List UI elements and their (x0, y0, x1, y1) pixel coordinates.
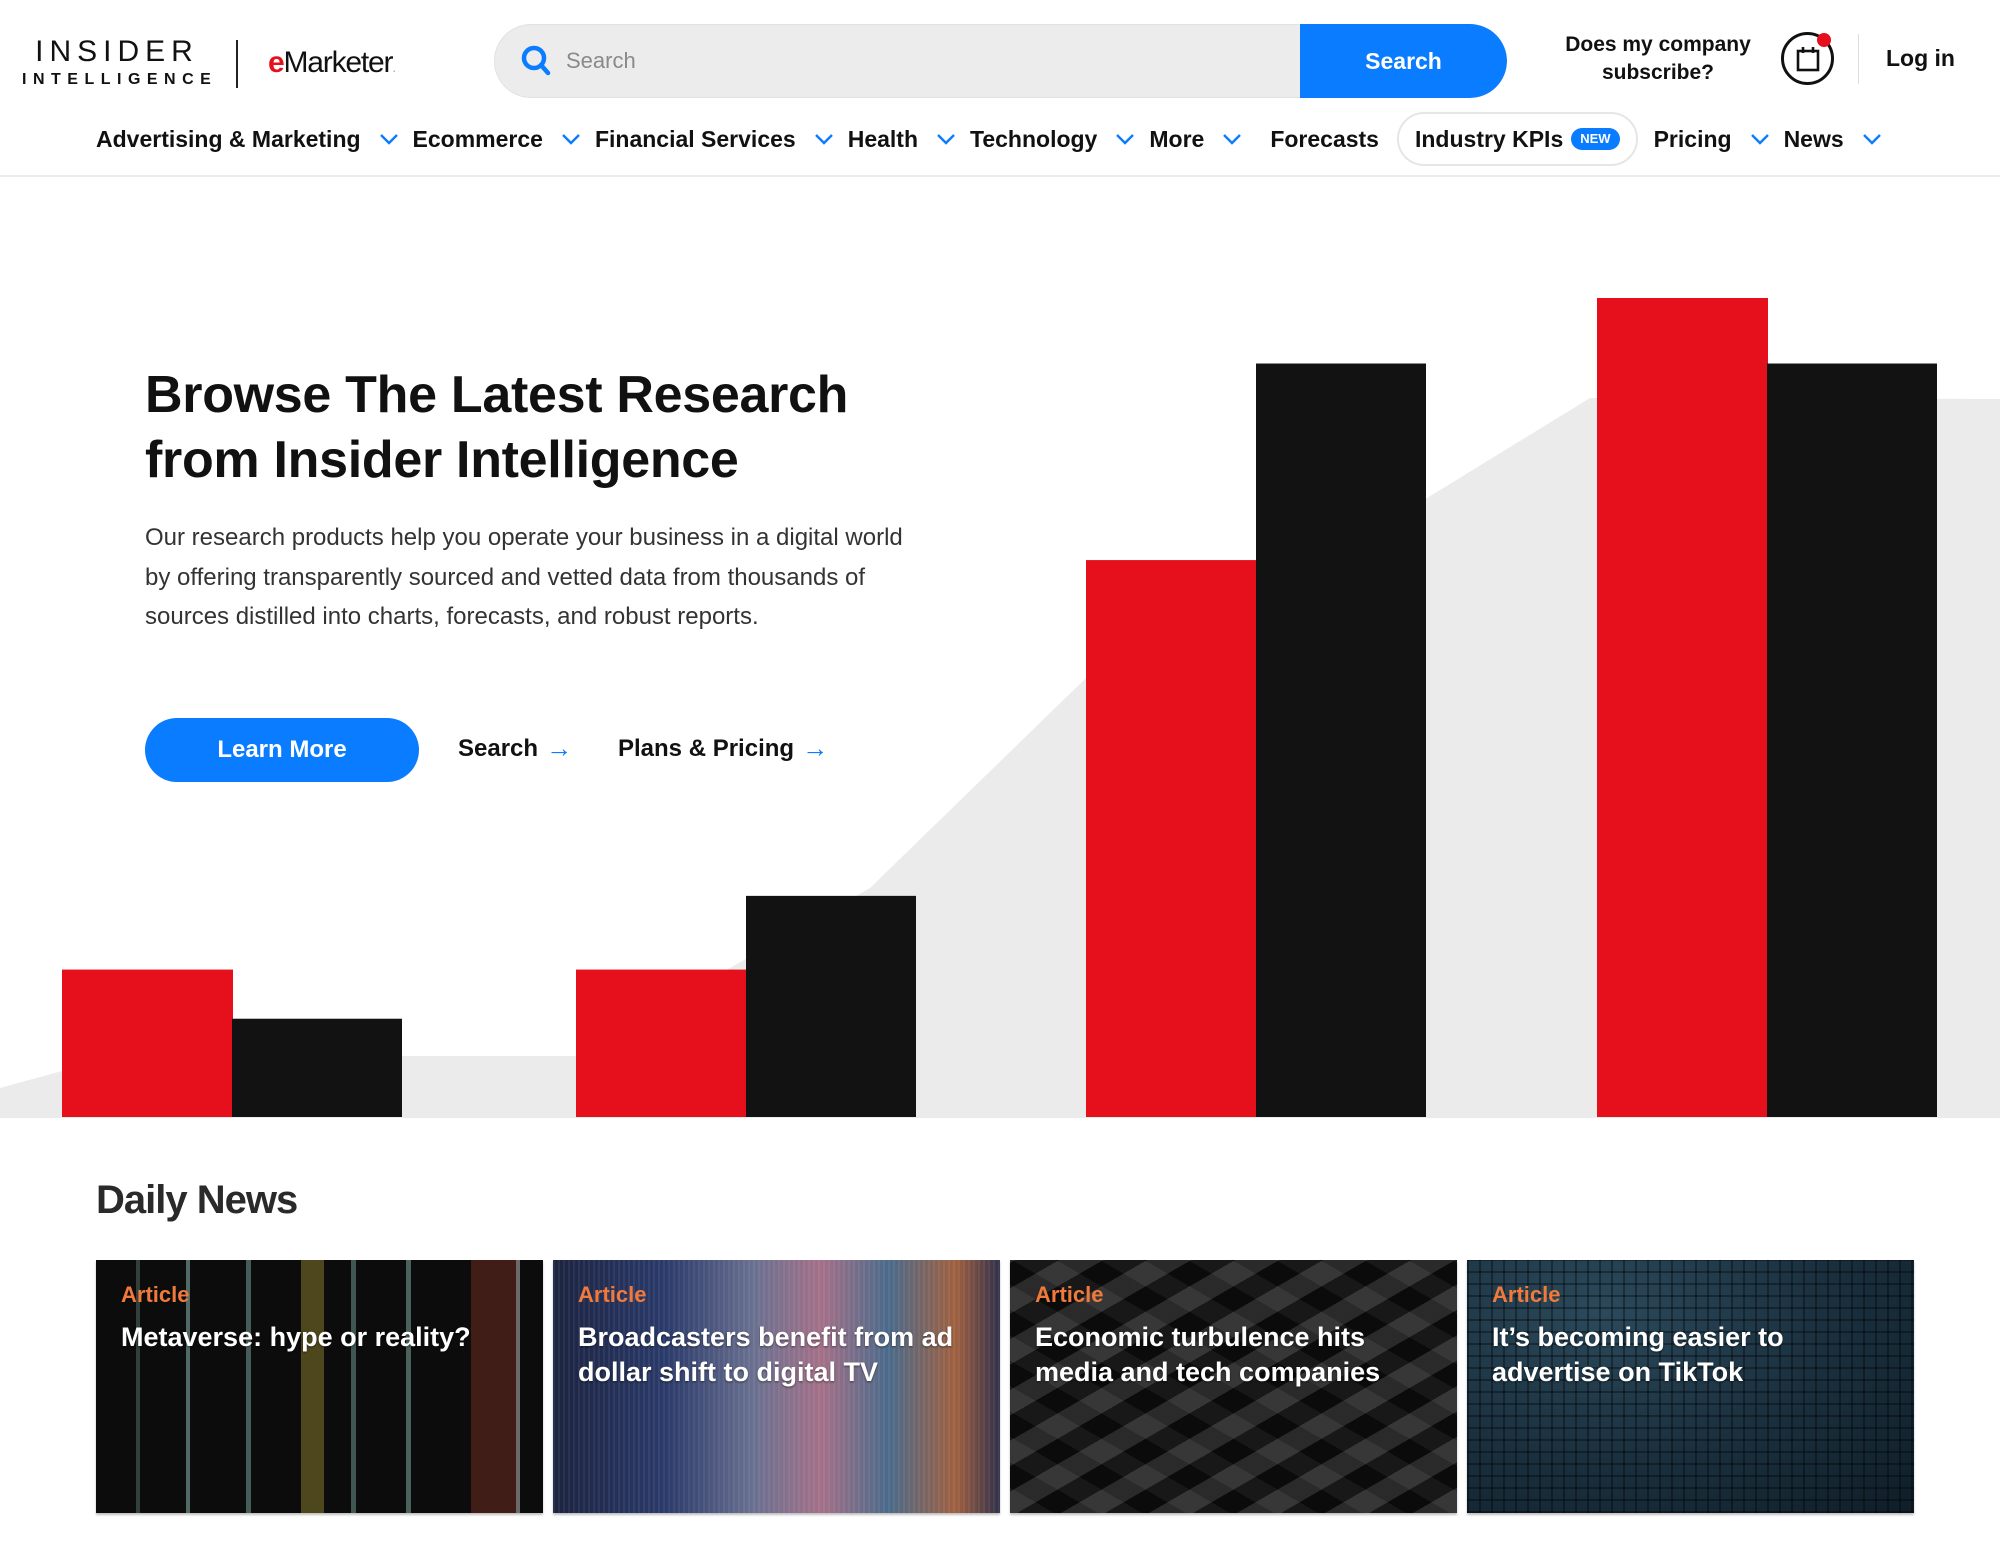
card-tag: Article (121, 1282, 190, 1307)
news-card[interactable]: Article Economic turbulence hits media a… (1010, 1260, 1457, 1513)
emarketer-logo-text: Marketer (283, 46, 394, 79)
nav-item-more[interactable]: More (1149, 112, 1256, 166)
logo-line-2: INTELLIGENCE (22, 71, 218, 88)
company-subscribe-link[interactable]: Does my company subscribe? (1548, 31, 1768, 87)
nav-label: Health (847, 125, 918, 152)
logo-line-1: INSIDER (35, 35, 199, 68)
hero-section: Browse The Latest Research from Insider … (0, 178, 2000, 1118)
plans-pricing-label: Plans & Pricing (618, 734, 795, 762)
header-divider (1858, 34, 1859, 84)
search-icon (521, 45, 551, 76)
logo-divider (236, 40, 238, 88)
arrow-right-icon: → (802, 733, 829, 763)
nav-label: Financial Services (594, 125, 796, 152)
chevron-down-icon (1862, 134, 1881, 145)
nav-label: More (1149, 125, 1205, 152)
arrow-right-icon: → (546, 733, 573, 763)
new-badge: NEW (1571, 128, 1620, 150)
hero-title-line-1: Browse The Latest Research (145, 366, 849, 424)
hero-bar-red-2 (576, 969, 747, 1117)
nav-label: Industry KPIs (1414, 125, 1564, 152)
site-header: INSIDER INTELLIGENCE eMarketer. Search D… (0, 0, 2000, 177)
hero-bar-black-3 (1256, 363, 1426, 1117)
card-title: It’s becoming easier to advertise on Tik… (1492, 1322, 1784, 1387)
chevron-down-icon (937, 134, 955, 145)
emarketer-logo-dot: . (392, 59, 396, 75)
nav-label: Pricing (1653, 125, 1732, 152)
plans-pricing-link[interactable]: Plans & Pricing → (618, 733, 828, 764)
calendar-icon (1796, 47, 1820, 72)
search-input[interactable] (566, 24, 1286, 98)
card-title: Broadcasters benefit from ad dollar shif… (578, 1322, 954, 1387)
hero-bar-black-4 (1767, 363, 1937, 1117)
card-tag: Article (578, 1282, 647, 1307)
chevron-down-icon (562, 134, 580, 145)
chevron-down-icon (379, 134, 398, 145)
nav-label: Forecasts (1270, 125, 1379, 152)
nav-label: Advertising & Marketing (96, 125, 361, 152)
nav-item-financial-services[interactable]: Financial Services (595, 112, 848, 166)
hero-bar-black-1 (232, 1018, 402, 1117)
search-link[interactable]: Search → (458, 733, 572, 764)
card-tag: Article (1035, 1282, 1104, 1307)
search-link-label: Search (458, 734, 539, 762)
chevron-down-icon (814, 134, 833, 145)
nav-item-health[interactable]: Health (848, 112, 970, 166)
chevron-down-icon (1223, 134, 1242, 145)
nav-item-advertising-marketing[interactable]: Advertising & Marketing (96, 112, 413, 166)
emarketer-logo-e: e (268, 46, 285, 79)
hero-bar-red-1 (62, 969, 233, 1117)
news-card[interactable]: Article Metaverse: hype or reality? (96, 1260, 543, 1513)
nav-item-industry-kpis[interactable]: Industry KPIs NEW (1396, 112, 1638, 166)
nav-item-technology[interactable]: Technology (970, 112, 1149, 166)
login-link[interactable]: Log in (1886, 45, 1955, 72)
nav-label: Technology (970, 125, 1098, 152)
news-card[interactable]: Article It’s becoming easier to advertis… (1467, 1260, 1914, 1513)
insider-intelligence-logo[interactable]: INSIDER INTELLIGENCE (22, 36, 212, 90)
subscribe-line-2: subscribe? (1601, 61, 1715, 84)
hero-title-line-2: from Insider Intelligence (145, 431, 739, 489)
card-title: Metaverse: hype or reality? (121, 1322, 471, 1352)
hero-description: Our research products help you operate y… (145, 524, 903, 630)
notification-dot (1817, 33, 1831, 47)
nav-item-forecasts[interactable]: Forecasts (1270, 112, 1379, 166)
hero-bar-red-4 (1597, 298, 1768, 1117)
card-tag: Article (1492, 1282, 1561, 1307)
daily-news-heading: Daily News (96, 1178, 298, 1222)
nav-item-news[interactable]: News (1784, 112, 1896, 166)
emarketer-logo[interactable]: eMarketer. (268, 46, 396, 84)
hero-bar-graphic (0, 298, 2000, 1118)
search-button[interactable]: Search (1300, 24, 1507, 98)
hero-bar-red-3 (1086, 560, 1257, 1117)
card-title: Economic turbulence hits media and tech … (1035, 1322, 1381, 1387)
search-bar: Search (494, 24, 1507, 98)
chevron-down-icon (1750, 134, 1769, 145)
hero-title: Browse The Latest Research from Insider … (145, 363, 925, 493)
chevron-down-icon (1116, 134, 1135, 145)
nav-label: Ecommerce (412, 125, 543, 152)
news-card[interactable]: Article Broadcasters benefit from ad dol… (553, 1260, 1000, 1513)
main-nav: Advertising & Marketing Ecommerce Financ… (96, 112, 1896, 166)
nav-item-ecommerce[interactable]: Ecommerce (413, 112, 595, 166)
nav-item-pricing[interactable]: Pricing (1654, 112, 1784, 166)
nav-label: News (1783, 125, 1844, 152)
learn-more-button[interactable]: Learn More (145, 718, 419, 782)
hero-bar-black-2 (746, 895, 916, 1117)
subscribe-line-1: Does my company (1565, 33, 1751, 56)
